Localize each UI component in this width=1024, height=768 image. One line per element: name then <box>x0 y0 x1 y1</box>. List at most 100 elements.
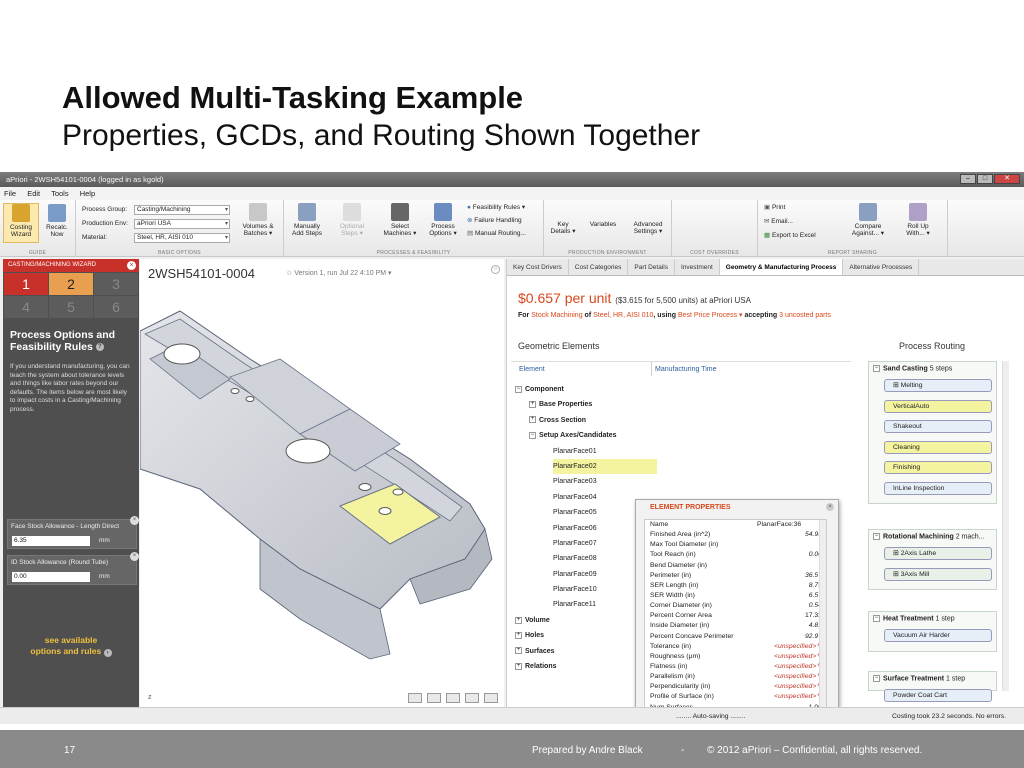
tree-row[interactable]: PlanarFace01 <box>515 444 845 459</box>
feasibility-rules-button[interactable]: ● Feasibility Rules ▾ <box>467 204 525 212</box>
tree-row[interactable]: PlanarFace03 <box>515 474 845 489</box>
wizard-step-1[interactable]: 1 <box>4 273 48 295</box>
tab-part-details[interactable]: Part Details <box>628 259 675 275</box>
process-options-button[interactable]: Process Options ▾ <box>424 203 462 237</box>
menu-file[interactable]: File <box>4 189 16 198</box>
production-env-select[interactable]: aPriori USA <box>134 219 230 229</box>
close-icon[interactable]: × <box>826 503 834 511</box>
email-button[interactable]: ✉ Email... <box>764 218 793 226</box>
menu-edit[interactable]: Edit <box>27 189 40 198</box>
column-header-element[interactable]: Element <box>519 366 545 373</box>
property-value[interactable]: <unspecified>✎ <box>774 682 822 692</box>
see-options-link[interactable]: see available options and rules › <box>3 635 139 657</box>
expand-icon[interactable]: + <box>515 647 522 655</box>
expand-icon[interactable]: + <box>529 416 536 424</box>
routing-step[interactable]: ⊞ 3Axis Mill <box>884 567 992 581</box>
remove-icon[interactable]: × <box>130 552 139 561</box>
expand-icon[interactable]: + <box>515 616 522 624</box>
routing-section-header[interactable]: − Sand Casting 5 steps <box>869 362 996 375</box>
routing-step[interactable]: Vacuum Air Harder <box>884 629 992 642</box>
view-render-icon[interactable] <box>484 693 498 703</box>
routing-section-header[interactable]: − Rotational Machining 2 mach... <box>869 530 996 543</box>
scrollbar[interactable] <box>819 520 826 724</box>
roll-up-button[interactable]: Roll Up With... ▾ <box>896 203 940 237</box>
menu-help[interactable]: Help <box>80 189 95 198</box>
wizard-step-6[interactable]: 6 <box>94 296 138 318</box>
view-section-icon[interactable] <box>465 693 479 703</box>
wizard-step-3[interactable]: 3 <box>94 273 138 295</box>
expand-icon[interactable]: + <box>529 401 536 409</box>
column-divider[interactable] <box>651 362 652 376</box>
id-stock-allowance-input[interactable]: 0.00 <box>12 572 90 582</box>
volumes-batches-button[interactable]: Volumes & Batches ▾ <box>236 203 280 237</box>
remove-icon[interactable]: × <box>130 516 139 525</box>
collapse-icon[interactable]: − <box>515 385 522 393</box>
tree-row[interactable]: − Setup Axes/Candidates <box>515 428 845 443</box>
collapse-icon[interactable]: − <box>873 365 880 372</box>
part-model[interactable] <box>140 259 504 707</box>
help-icon[interactable]: ? <box>95 343 104 352</box>
collapse-icon[interactable]: − <box>873 533 880 540</box>
tree-row[interactable]: PlanarFace02 <box>515 458 845 475</box>
collapse-icon[interactable]: − <box>529 431 536 439</box>
optional-steps-button[interactable]: Optional Steps ▾ <box>334 203 370 237</box>
tree-row[interactable]: + Base Properties <box>515 397 845 412</box>
key-details-button[interactable]: Key Details ▾ <box>548 221 578 235</box>
tab-geometry-manufacturing[interactable]: Geometry & Manufacturing Process <box>719 259 844 275</box>
routing-section-header[interactable]: − Surface Treatment 1 step <box>869 672 996 685</box>
material-select[interactable]: Steel, HR, AISI 010 <box>134 233 230 243</box>
collapse-icon[interactable]: − <box>873 675 880 682</box>
tab-alternative-processes[interactable]: Alternative Processes <box>843 259 920 275</box>
face-stock-allowance-input[interactable]: 6.35 <box>12 536 90 546</box>
tab-key-cost-drivers[interactable]: Key Cost Drivers <box>507 259 569 275</box>
view-zoom-icon[interactable] <box>446 693 460 703</box>
menu-tools[interactable]: Tools <box>51 189 69 198</box>
expand-icon[interactable]: + <box>515 662 522 670</box>
property-value[interactable]: <unspecified>✎ <box>774 662 822 672</box>
wizard-step-4[interactable]: 4 <box>4 296 48 318</box>
variables-button[interactable]: Variables <box>586 221 620 228</box>
manual-routing-button[interactable]: ▤ Manual Routing... <box>467 230 526 238</box>
property-value[interactable]: <unspecified>✎ <box>774 642 822 652</box>
tab-cost-categories[interactable]: Cost Categories <box>569 259 629 275</box>
print-button[interactable]: ▣ Print <box>764 204 785 212</box>
routing-step[interactable]: Powder Coat Cart <box>884 689 992 702</box>
wizard-step-5[interactable]: 5 <box>49 296 93 318</box>
routing-step[interactable]: ⊞ 2Axis Lathe <box>884 547 992 560</box>
recalc-now-button[interactable]: Recalc. Now <box>41 204 73 238</box>
expand-icon[interactable]: + <box>515 631 522 639</box>
column-header-manufacturing-time[interactable]: Manufacturing Time <box>655 366 716 373</box>
compare-against-button[interactable]: Compare Against... ▾ <box>846 203 890 237</box>
routing-step[interactable]: VerticalAuto <box>884 399 992 413</box>
process-group-select[interactable]: Casting/Machining <box>134 205 230 215</box>
minimize-button[interactable]: – <box>960 174 976 184</box>
3d-viewport[interactable]: 2WSH54101-0004 ☆ Version 1, run Jul 22 4… <box>140 259 504 707</box>
routing-section-header[interactable]: − Heat Treatment 1 step <box>869 612 996 625</box>
scrollbar[interactable] <box>1002 361 1009 691</box>
uncosted-parts-link[interactable]: 3 uncosted parts <box>779 312 831 319</box>
strategy-dropdown[interactable]: Best Price Process ▾ <box>678 312 743 319</box>
advanced-settings-button[interactable]: Advanced Settings ▾ <box>628 221 668 235</box>
failure-handling-button[interactable]: ⊗ Failure Handling <box>467 217 522 225</box>
export-excel-button[interactable]: ▦ Export to Excel <box>764 232 816 240</box>
view-front-icon[interactable] <box>427 693 441 703</box>
costing-wizard-button[interactable]: Costing Wizard <box>3 203 39 243</box>
routing-step[interactable]: Cleaning <box>884 440 992 454</box>
property-value[interactable]: <unspecified>✎ <box>774 692 822 702</box>
property-value[interactable]: <unspecified>✎ <box>774 652 822 662</box>
close-window-button[interactable]: ✕ <box>994 174 1020 184</box>
tree-row[interactable]: + Cross Section <box>515 413 845 428</box>
view-fit-icon[interactable] <box>408 693 422 703</box>
routing-step[interactable]: Shakeout <box>884 420 992 433</box>
routing-step[interactable]: Finishing <box>884 461 992 474</box>
select-machines-button[interactable]: Select Machines ▾ <box>380 203 420 237</box>
routing-step[interactable]: InLine Inspection <box>884 481 992 495</box>
manually-add-steps-button[interactable]: Manually Add Steps <box>287 203 327 237</box>
property-value[interactable]: <unspecified>✎ <box>774 672 822 682</box>
tree-row[interactable]: − Component <box>515 382 845 397</box>
close-icon[interactable]: × <box>127 261 136 270</box>
routing-step[interactable]: ⊞ Melting <box>884 379 992 392</box>
wizard-step-2[interactable]: 2 <box>49 273 93 295</box>
tab-investment[interactable]: Investment <box>675 259 720 275</box>
collapse-icon[interactable]: − <box>873 615 880 622</box>
